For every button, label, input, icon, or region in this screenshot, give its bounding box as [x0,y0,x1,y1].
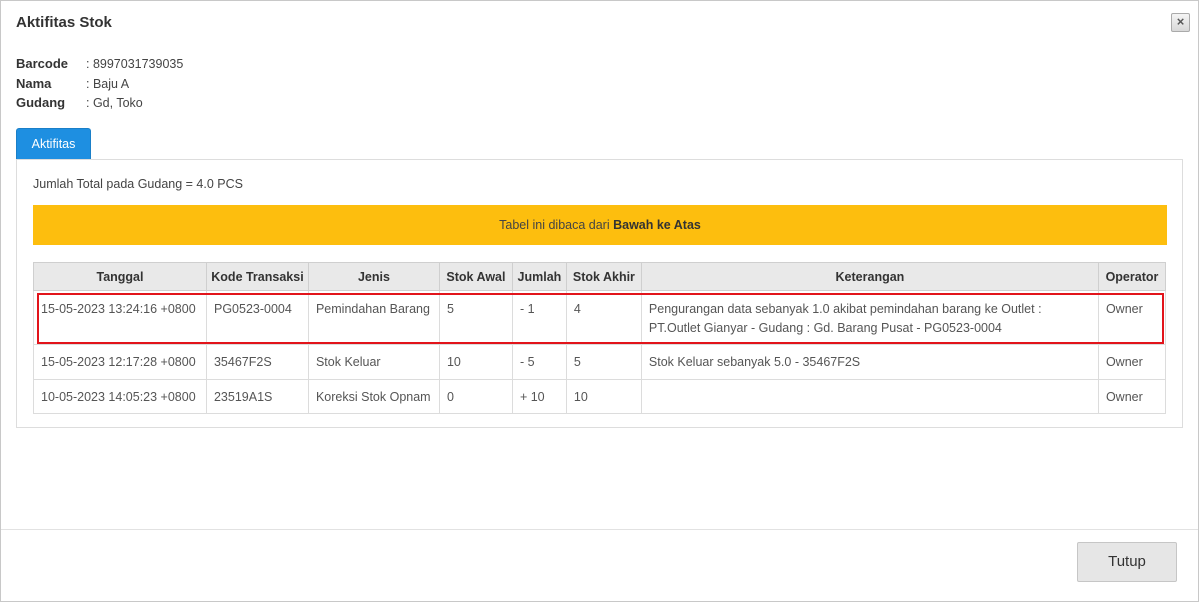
column-header[interactable]: Keterangan [640,262,1099,291]
column-header[interactable]: Tanggal [33,262,207,291]
cell-tanggal: 15-05-2023 12:17:28 +0800 [33,344,207,380]
cell-jumlah: + 10 [511,379,567,414]
tutup-button[interactable]: Tutup [1077,542,1177,582]
barcode-row: Barcode : 8997031739035 [16,54,183,74]
cell-operator: Owner [1097,290,1167,345]
cell-stok-awal: 5 [438,290,513,345]
activity-table: Tanggal Kode Transaksi Jenis Stok Awal J… [33,262,1167,414]
nama-label: Nama [16,75,52,91]
column-header[interactable]: Operator [1097,262,1167,291]
modal-title: Aktifitas Stok [16,14,112,31]
close-icon[interactable]: × [1171,13,1190,32]
cell-stok-akhir: 5 [565,344,642,380]
table-row[interactable]: 15-05-2023 13:24:16 +0800 PG0523-0004 Pe… [33,290,1167,345]
column-header[interactable]: Jumlah [511,262,567,291]
cell-keterangan: Stok Keluar sebanyak 5.0 - 35467F2S [640,344,1099,380]
cell-stok-awal: 0 [438,379,513,414]
gudang-value: : Gd, Toko [86,96,143,110]
column-header[interactable]: Stok Akhir [565,262,642,291]
table-row[interactable]: 15-05-2023 12:17:28 +0800 35467F2S Stok … [33,344,1167,380]
tab-aktifitas[interactable]: Aktifitas [16,128,91,160]
cell-kode: 23519A1S [205,379,309,414]
item-info: Barcode : 8997031739035 Nama : Baju A Guda… [16,54,183,113]
cell-jenis: Stok Keluar [307,344,440,380]
cell-jumlah: - 1 [511,290,567,345]
tab-panel-aktifitas: Jumlah Total pada Gudang = 4.0 PCS Tabel… [16,159,1183,428]
cell-operator: Owner [1097,344,1167,380]
cell-jenis: Koreksi Stok Opnam [307,379,440,414]
alert-prefix: Tabel ini dibaca dari [499,218,614,232]
column-header[interactable]: Jenis [307,262,440,291]
column-header[interactable]: Stok Awal [438,262,513,291]
alert-bold-text: Bawah ke Atas [613,218,701,232]
cell-keterangan [640,379,1099,414]
gudang-label: Gudang [16,95,66,110]
read-order-alert: Tabel ini dibaca dari Bawah ke Atas [33,205,1167,245]
cell-tanggal: 10-05-2023 14:05:23 +0800 [33,379,207,414]
cell-jumlah: - 5 [511,344,567,380]
footer-divider [1,529,1198,530]
barcode-label: Barcode [16,56,69,71]
nama-value: : Baju A [86,76,130,91]
table-row[interactable]: 10-05-2023 14:05:23 +0800 23519A1S Korek… [33,379,1167,414]
cell-kode: 35467F2S [205,344,309,380]
cell-stok-akhir: 4 [565,290,642,345]
cell-keterangan: Pengurangan data sebanyak 1.0 akibat pem… [640,290,1099,345]
column-header[interactable]: Kode Transaksi [205,262,309,291]
cell-jenis: Pemindahan Barang [307,290,440,345]
stock-activity-modal: Aktifitas Stok × Barcode : 8997031739035 … [0,0,1199,602]
gudang-row: Gudang : Gd, Toko [16,93,183,113]
warehouse-total-text: Jumlah Total pada Gudang = 4.0 PCS [33,177,243,191]
cell-kode: PG0523-0004 [205,290,309,345]
table-header-row: Tanggal Kode Transaksi Jenis Stok Awal J… [33,262,1167,291]
nama-row: Nama : Baju A [16,74,183,94]
cell-tanggal: 15-05-2023 13:24:16 +0800 [33,290,207,345]
cell-stok-awal: 10 [438,344,513,380]
cell-stok-akhir: 10 [565,379,642,414]
cell-operator: Owner [1097,379,1167,414]
barcode-value: : 8997031739035 [86,57,184,71]
